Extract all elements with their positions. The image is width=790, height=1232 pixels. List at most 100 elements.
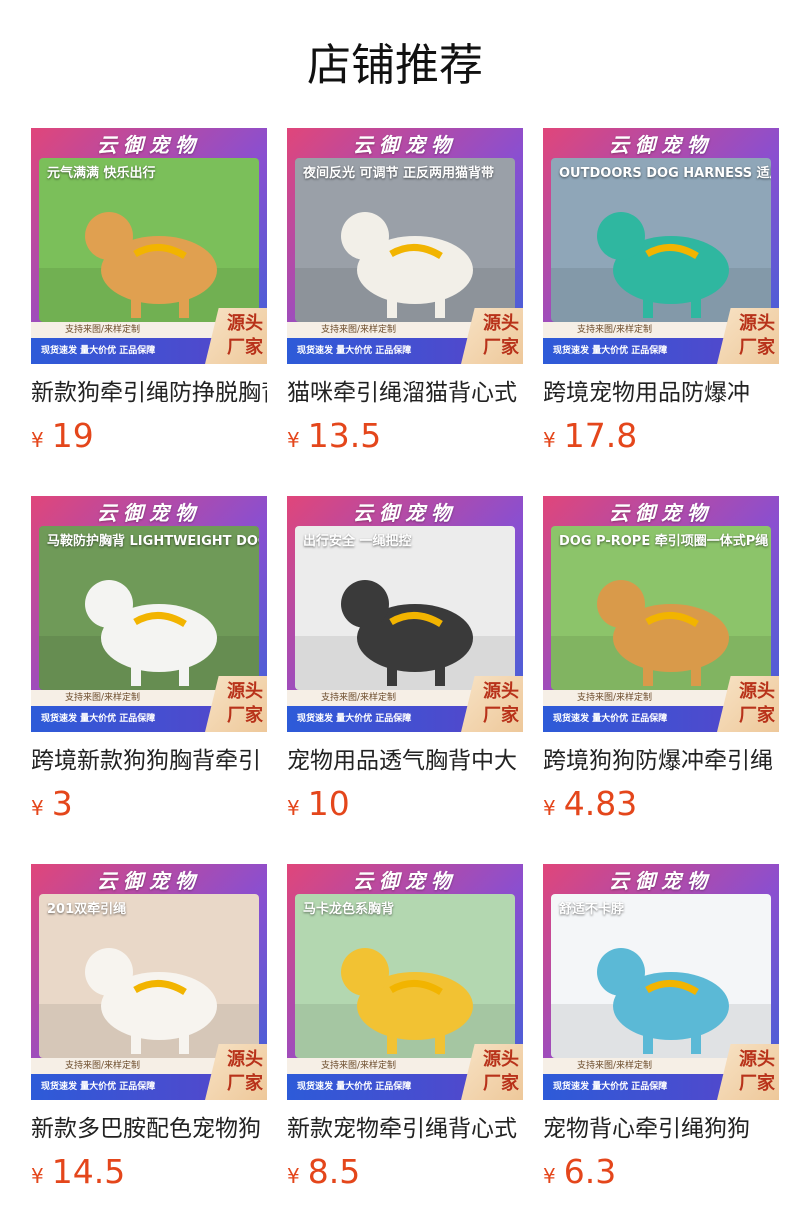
- factory-badge-line2: 厂家: [227, 1073, 263, 1094]
- brand-banner: 云御宠物: [97, 868, 201, 893]
- currency-symbol: ¥: [287, 796, 300, 820]
- product-photo: OUTDOORS DOG HARNESS 适用于多场景: [551, 158, 771, 322]
- product-image[interactable]: 云御宠物OUTDOORS DOG HARNESS 适用于多场景支持来图/来样定制…: [543, 128, 779, 364]
- currency-symbol: ¥: [287, 1164, 300, 1188]
- product-photo-graphic: [39, 894, 259, 1058]
- product-photo-graphic: [551, 158, 771, 322]
- product-image[interactable]: 云御宠物 舒适不卡脖 支持来图/来样定制 现货速发 量大价优 正品保障 源头 厂家: [543, 864, 779, 1100]
- product-price: 3: [51, 784, 73, 823]
- product-photo: 马卡龙色系胸背: [295, 894, 515, 1058]
- currency-symbol: ¥: [543, 796, 556, 820]
- product-name[interactable]: 跨境新款狗狗胸背牵引: [31, 746, 267, 776]
- photo-caption: OUTDOORS DOG HARNESS 适用于多场景: [559, 166, 771, 181]
- factory-badge-line2: 厂家: [739, 705, 775, 726]
- currency-symbol: ¥: [31, 1164, 44, 1188]
- photo-caption: 201双牵引绳: [47, 902, 127, 917]
- product-card[interactable]: 云御宠物 元气满满 快乐出行 支持来图/来样定制 现货速发 量大价优 正品保障 源头 厂家…: [31, 128, 267, 454]
- product-grid: 云御宠物 元气满满 快乐出行 支持来图/来样定制 现货速发 量大价优 正品保障 源头 厂家…: [0, 0, 790, 1232]
- brand-banner: 云御宠物: [353, 132, 457, 157]
- price-row: ¥19: [31, 418, 267, 454]
- currency-symbol: ¥: [31, 796, 44, 820]
- product-card[interactable]: 云御宠物 DOG P-ROPE 牵引项圈一体式P绳 支持来图/来样定制 现货速发 量大…: [543, 496, 779, 822]
- photo-caption: 马卡龙色系胸背: [303, 902, 395, 917]
- product-photo: 夜间反光 可调节 正反两用猫背带: [295, 158, 515, 322]
- brand-banner: 云御宠物: [609, 132, 713, 157]
- photo-caption: 出行安全 一绳把控: [303, 534, 412, 549]
- brand-banner: 云御宠物: [609, 868, 713, 893]
- product-image[interactable]: 云御宠物 马卡龙色系胸背 支持来图/来样定制 现货速发 量大价优 正品保障 源头 厂家: [287, 864, 523, 1100]
- price-row: ¥13.5: [287, 418, 523, 454]
- product-name[interactable]: 宠物背心牵引绳狗狗: [543, 1114, 779, 1144]
- product-photo: 元气满满 快乐出行: [39, 158, 259, 322]
- product-card[interactable]: 云御宠物 舒适不卡脖 支持来图/来样定制 现货速发 量大价优 正品保障 源头 厂家 宠物背心…: [543, 864, 779, 1190]
- product-photo-graphic: [295, 894, 515, 1058]
- factory-badge-line2: 厂家: [483, 705, 519, 726]
- product-price: 4.83: [563, 784, 638, 823]
- product-price: 13.5: [307, 416, 382, 455]
- product-photo-graphic: [551, 894, 771, 1058]
- product-name[interactable]: 新款宠物牵引绳背心式: [287, 1114, 523, 1144]
- product-price: 6.3: [563, 1152, 617, 1191]
- factory-badge-line2: 厂家: [739, 1073, 775, 1094]
- product-image[interactable]: 云御宠物 201双牵引绳 支持来图/来样定制 现货速发 量大价优 正品保障 源头 厂家: [31, 864, 267, 1100]
- price-row: ¥6.3: [543, 1154, 779, 1190]
- currency-symbol: ¥: [31, 428, 44, 452]
- currency-symbol: ¥: [543, 1164, 556, 1188]
- product-photo: 出行安全 一绳把控: [295, 526, 515, 690]
- photo-caption: 舒适不卡脖: [559, 902, 625, 917]
- product-name[interactable]: 跨境狗狗防爆冲牵引绳: [543, 746, 779, 776]
- product-image[interactable]: 云御宠物 DOG P-ROPE 牵引项圈一体式P绳 支持来图/来样定制 现货速发 量大…: [543, 496, 779, 732]
- product-card[interactable]: 云御宠物 出行安全 一绳把控 支持来图/来样定制 现货速发 量大价优 正品保障 源头 厂家…: [287, 496, 523, 822]
- factory-badge-line2: 厂家: [483, 337, 519, 358]
- brand-banner: 云御宠物: [97, 132, 201, 157]
- product-photo: DOG P-ROPE 牵引项圈一体式P绳: [551, 526, 771, 690]
- brand-banner: 云御宠物: [97, 500, 201, 525]
- factory-badge-line2: 厂家: [739, 337, 775, 358]
- product-price: 17.8: [563, 416, 638, 455]
- product-name[interactable]: 跨境宠物用品防爆冲: [543, 378, 779, 408]
- photo-caption: DOG P-ROPE 牵引项圈一体式P绳: [559, 534, 769, 549]
- price-row: ¥10: [287, 786, 523, 822]
- product-image[interactable]: 云御宠物 出行安全 一绳把控 支持来图/来样定制 现货速发 量大价优 正品保障 源头 厂家: [287, 496, 523, 732]
- product-image[interactable]: 云御宠物 元气满满 快乐出行 支持来图/来样定制 现货速发 量大价优 正品保障 源头 厂家: [31, 128, 267, 364]
- product-photo: 舒适不卡脖: [551, 894, 771, 1058]
- photo-caption: 马鞍防护胸背 LIGHTWEIGHT DOG HARNESS: [47, 534, 259, 549]
- product-price: 19: [51, 416, 94, 455]
- factory-badge-line2: 厂家: [227, 337, 263, 358]
- product-price: 8.5: [307, 1152, 361, 1191]
- product-name[interactable]: 宠物用品透气胸背中大: [287, 746, 523, 776]
- factory-badge-line2: 厂家: [227, 705, 263, 726]
- product-name[interactable]: 新款多巴胺配色宠物狗: [31, 1114, 267, 1144]
- product-image[interactable]: 云御宠物马鞍防护胸背 LIGHTWEIGHT DOG HARNESS支持来图/来…: [31, 496, 267, 732]
- price-row: ¥17.8: [543, 418, 779, 454]
- product-photo: 马鞍防护胸背 LIGHTWEIGHT DOG HARNESS: [39, 526, 259, 690]
- photo-caption: 夜间反光 可调节 正反两用猫背带: [303, 166, 495, 181]
- product-card[interactable]: 云御宠物OUTDOORS DOG HARNESS 适用于多场景支持来图/来样定制…: [543, 128, 779, 454]
- brand-banner: 云御宠物: [353, 500, 457, 525]
- product-photo-graphic: [551, 526, 771, 690]
- product-photo-graphic: [295, 158, 515, 322]
- product-image[interactable]: 云御宠物 夜间反光 可调节 正反两用猫背带 支持来图/来样定制 现货速发 量大价优 正…: [287, 128, 523, 364]
- price-row: ¥8.5: [287, 1154, 523, 1190]
- product-price: 10: [307, 784, 350, 823]
- currency-symbol: ¥: [543, 428, 556, 452]
- product-card[interactable]: 云御宠物 201双牵引绳 支持来图/来样定制 现货速发 量大价优 正品保障 源头 厂家 新款…: [31, 864, 267, 1190]
- product-card[interactable]: 云御宠物 夜间反光 可调节 正反两用猫背带 支持来图/来样定制 现货速发 量大价优 正…: [287, 128, 523, 454]
- product-price: 14.5: [51, 1152, 126, 1191]
- product-photo-graphic: [39, 526, 259, 690]
- brand-banner: 云御宠物: [353, 868, 457, 893]
- product-photo-graphic: [39, 158, 259, 322]
- factory-badge-line2: 厂家: [483, 1073, 519, 1094]
- price-row: ¥4.83: [543, 786, 779, 822]
- product-name[interactable]: 猫咪牵引绳溜猫背心式: [287, 378, 523, 408]
- product-card[interactable]: 云御宠物马鞍防护胸背 LIGHTWEIGHT DOG HARNESS支持来图/来…: [31, 496, 267, 822]
- product-photo-graphic: [295, 526, 515, 690]
- photo-caption: 元气满满 快乐出行: [47, 166, 156, 181]
- price-row: ¥3: [31, 786, 267, 822]
- price-row: ¥14.5: [31, 1154, 267, 1190]
- currency-symbol: ¥: [287, 428, 300, 452]
- brand-banner: 云御宠物: [609, 500, 713, 525]
- product-card[interactable]: 云御宠物 马卡龙色系胸背 支持来图/来样定制 现货速发 量大价优 正品保障 源头 厂家 新款…: [287, 864, 523, 1190]
- product-photo: 201双牵引绳: [39, 894, 259, 1058]
- product-name[interactable]: 新款狗牵引绳防挣脱胸背: [31, 378, 267, 408]
